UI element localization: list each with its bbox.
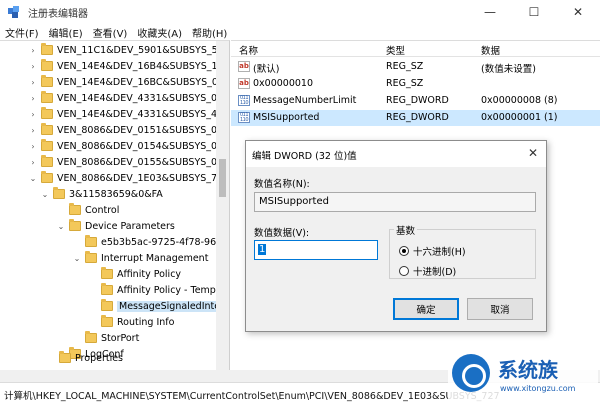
chevron-right-icon[interactable]: › bbox=[28, 126, 38, 135]
binary-value-icon: 011 110 bbox=[238, 95, 250, 106]
string-value-icon: ab bbox=[238, 78, 250, 89]
tree-item[interactable]: Routing Info bbox=[88, 314, 174, 330]
tree-item[interactable]: ⌄ Interrupt Management bbox=[72, 250, 208, 266]
tree-item[interactable]: › VEN_8086&DEV_0151&SUBSYS_00F bbox=[28, 122, 229, 138]
tree-item[interactable]: StorPort bbox=[72, 330, 139, 346]
tree-item[interactable]: Affinity Policy - Tempo bbox=[88, 282, 222, 298]
menu-bar: 文件(F) 编辑(E) 查看(V) 收藏夹(A) 帮助(H) bbox=[0, 24, 600, 40]
regedit-icon bbox=[8, 6, 20, 18]
value-name-field: MSISupported bbox=[254, 192, 536, 212]
tree-scroll-thumb[interactable] bbox=[219, 159, 226, 197]
tree-item[interactable]: › VEN_8086&DEV_0155&SUBSYS_00F bbox=[28, 154, 229, 170]
minimize-button[interactable]: — bbox=[468, 0, 512, 24]
tree-item[interactable]: Properties bbox=[56, 350, 123, 366]
folder-icon bbox=[41, 107, 53, 119]
tree-item[interactable]: Control bbox=[56, 202, 119, 218]
folder-icon bbox=[41, 91, 53, 103]
decimal-radio[interactable]: 十进制(D) bbox=[399, 264, 456, 278]
tree-item-selected[interactable]: MessageSignaledInter bbox=[88, 298, 226, 314]
chevron-right-icon[interactable]: › bbox=[28, 78, 38, 87]
dialog-title-bar: 编辑 DWORD (32 位)值 ✕ bbox=[246, 141, 546, 167]
ok-button[interactable]: 确定 bbox=[393, 298, 459, 320]
tree-item[interactable]: › VEN_11C1&DEV_5901&SUBSYS_590 bbox=[28, 42, 229, 58]
folder-icon bbox=[101, 299, 113, 311]
folder-icon bbox=[41, 75, 53, 87]
tree-item[interactable]: ⌄ Device Parameters bbox=[56, 218, 175, 234]
cancel-button[interactable]: 取消 bbox=[467, 298, 533, 320]
folder-icon bbox=[41, 155, 53, 167]
chevron-right-icon[interactable]: › bbox=[28, 94, 38, 103]
chevron-right-icon[interactable]: › bbox=[28, 142, 38, 151]
chevron-down-icon[interactable]: ⌄ bbox=[56, 222, 66, 231]
chevron-down-icon[interactable]: ⌄ bbox=[72, 254, 82, 263]
hex-radio[interactable]: 十六进制(H) bbox=[399, 244, 466, 258]
registry-tree[interactable]: › VEN_11C1&DEV_5901&SUBSYS_590 › VEN_14E4&… bbox=[0, 40, 230, 370]
edit-dword-dialog: 编辑 DWORD (32 位)值 ✕ 数值名称(N): MSISupported… bbox=[245, 140, 547, 332]
tree-vertical-scrollbar[interactable] bbox=[216, 41, 229, 370]
tree-item[interactable]: › VEN_8086&DEV_0154&SUBSYS_00F bbox=[28, 138, 229, 154]
dialog-title: 编辑 DWORD (32 位)值 bbox=[252, 151, 357, 162]
list-row[interactable]: ab 0x00000010 REG_SZ bbox=[231, 76, 600, 92]
column-header-data[interactable]: 数据 bbox=[481, 43, 500, 57]
radio-icon[interactable] bbox=[399, 266, 409, 276]
chevron-down-icon[interactable]: ⌄ bbox=[28, 174, 38, 183]
folder-icon bbox=[41, 43, 53, 55]
title-bar: 注册表编辑器 — ☐ ✕ bbox=[0, 0, 600, 24]
tree-item[interactable]: ⌄ VEN_8086&DEV_1E03&SUBSYS_727 bbox=[28, 170, 229, 186]
tree-item[interactable]: Affinity Policy bbox=[88, 266, 181, 282]
watermark-brand: 系统族 bbox=[498, 358, 558, 382]
folder-icon bbox=[101, 283, 113, 295]
column-header-name[interactable]: 名称 bbox=[239, 43, 258, 57]
folder-icon bbox=[85, 331, 97, 343]
menu-help[interactable]: 帮助(H) bbox=[187, 25, 232, 40]
folder-icon bbox=[41, 123, 53, 135]
folder-icon bbox=[69, 219, 81, 231]
chevron-right-icon[interactable]: › bbox=[28, 110, 38, 119]
menu-view[interactable]: 查看(V) bbox=[88, 25, 133, 40]
chevron-right-icon[interactable]: › bbox=[28, 158, 38, 167]
window-title: 注册表编辑器 bbox=[28, 8, 88, 20]
menu-edit[interactable]: 编辑(E) bbox=[44, 25, 88, 40]
binary-value-icon: 011 110 bbox=[238, 112, 250, 123]
radio-selected-icon[interactable] bbox=[399, 246, 409, 256]
close-button[interactable]: ✕ bbox=[556, 0, 600, 24]
folder-icon bbox=[41, 59, 53, 71]
list-header: 名称 类型 数据 bbox=[231, 41, 600, 57]
folder-icon bbox=[41, 171, 53, 183]
chevron-right-icon[interactable]: › bbox=[28, 46, 38, 55]
folder-icon bbox=[101, 267, 113, 279]
tree-item[interactable]: ⌄ 3&11583659&0&FA bbox=[40, 186, 163, 202]
tree-item[interactable]: › VEN_14E4&DEV_16BC&SUBSYS_000 bbox=[28, 74, 229, 90]
column-header-type[interactable]: 类型 bbox=[386, 43, 405, 57]
folder-icon bbox=[101, 315, 113, 327]
watermark: 系统族 www.xitongzu.com bbox=[448, 350, 598, 402]
menu-file[interactable]: 文件(F) bbox=[0, 25, 44, 40]
maximize-button[interactable]: ☐ bbox=[512, 0, 556, 24]
string-value-icon: ab bbox=[238, 61, 250, 72]
watermark-logo-icon bbox=[452, 354, 490, 392]
chevron-down-icon[interactable]: ⌄ bbox=[40, 190, 50, 199]
folder-icon bbox=[53, 187, 65, 199]
chevron-right-icon[interactable]: › bbox=[28, 62, 38, 71]
menu-favorites[interactable]: 收藏夹(A) bbox=[132, 25, 187, 40]
list-row[interactable]: ab (默认) REG_SZ (数值未设置) bbox=[231, 59, 600, 75]
tree-item[interactable]: › VEN_14E4&DEV_4331&SUBSYS_00F bbox=[28, 90, 229, 106]
folder-icon bbox=[59, 351, 71, 363]
watermark-url: www.xitongzu.com bbox=[500, 384, 576, 393]
value-data-label: 数值数据(V): bbox=[254, 228, 310, 239]
list-row[interactable]: 011 110 MessageNumberLimit REG_DWORD 0x00… bbox=[231, 93, 600, 109]
folder-icon bbox=[69, 203, 81, 215]
status-path: 计算机\HKEY_LOCAL_MACHINE\SYSTEM\CurrentCon… bbox=[4, 391, 500, 402]
tree-item[interactable]: e5b3b5ac-9725-4f78-963f bbox=[72, 234, 226, 250]
dialog-close-button[interactable]: ✕ bbox=[528, 146, 538, 160]
base-label: 基数 bbox=[394, 223, 418, 237]
folder-icon bbox=[41, 139, 53, 151]
folder-icon bbox=[85, 235, 97, 247]
value-data-input[interactable]: 1 bbox=[254, 240, 378, 260]
tree-item[interactable]: › VEN_14E4&DEV_16B4&SUBSYS_16B bbox=[28, 58, 229, 74]
value-name-label: 数值名称(N): bbox=[254, 179, 310, 190]
list-row-selected[interactable]: 011 110 MSISupported REG_DWORD 0x00000001… bbox=[231, 110, 600, 126]
folder-icon bbox=[85, 251, 97, 263]
tree-item[interactable]: › VEN_14E4&DEV_4331&SUBSYS_433 bbox=[28, 106, 229, 122]
